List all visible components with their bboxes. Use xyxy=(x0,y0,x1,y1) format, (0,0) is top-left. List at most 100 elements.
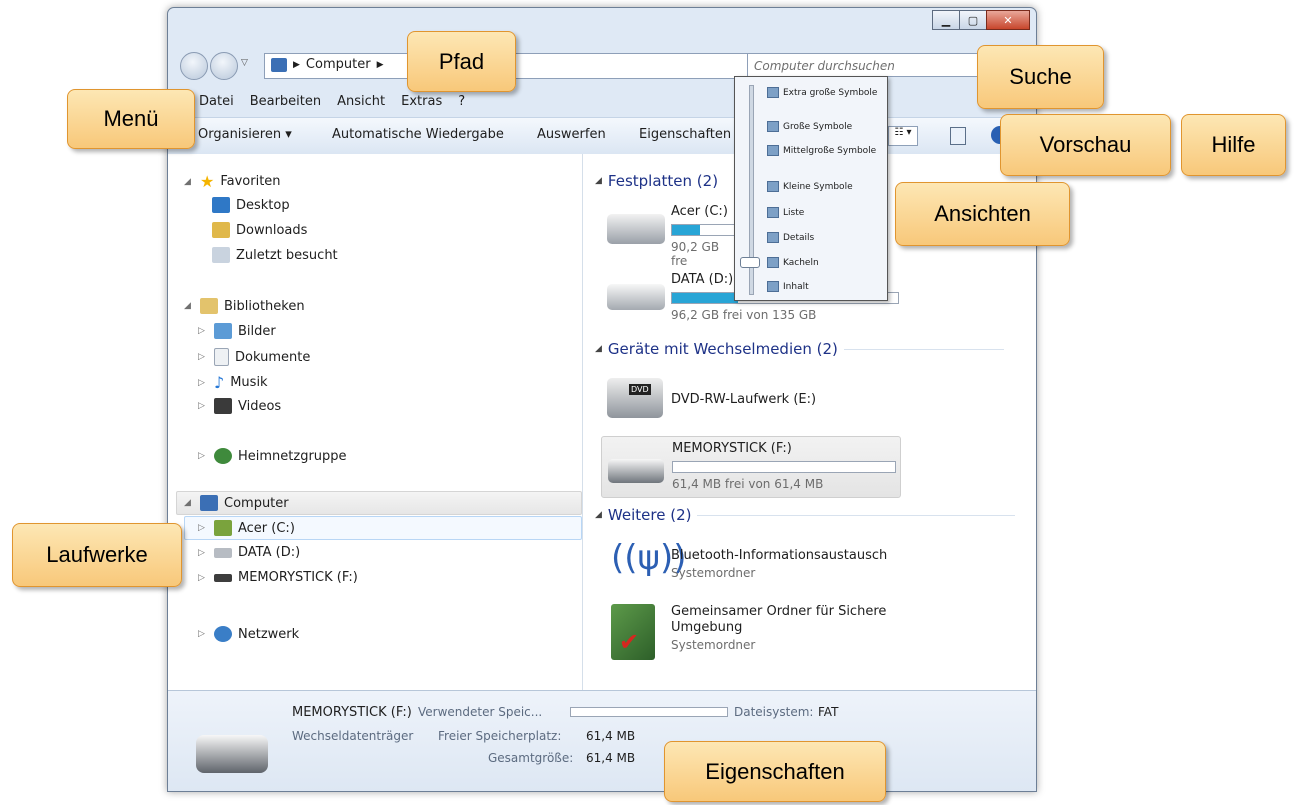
menu-view[interactable]: Ansicht xyxy=(337,90,385,114)
tree-item-favorites[interactable]: ◢ ★ Favoriten xyxy=(184,172,281,191)
callout-path: Pfad xyxy=(407,31,516,92)
view-option-large[interactable]: Große Symbole xyxy=(767,121,852,132)
forward-button[interactable] xyxy=(210,52,238,80)
eject-button[interactable]: Auswerfen xyxy=(537,127,606,142)
properties-button[interactable]: Eigenschaften xyxy=(639,127,731,142)
view-option-tiles[interactable]: Kacheln xyxy=(767,257,819,268)
tree-item-videos[interactable]: ▷ Videos xyxy=(198,398,281,414)
view-option-list[interactable]: Liste xyxy=(767,207,804,218)
collapse-arrow-icon[interactable]: ▷ xyxy=(198,352,208,362)
maximize-button[interactable]: ▢ xyxy=(959,10,987,30)
autoplay-button[interactable]: Automatische Wiedergabe xyxy=(332,127,504,142)
view-option-medium[interactable]: Mittelgroße Symbole xyxy=(767,145,876,156)
collapse-arrow-icon[interactable]: ▷ xyxy=(198,523,208,533)
drive-usage-bar xyxy=(671,224,739,236)
drive-name: Acer (C:) xyxy=(671,204,728,219)
collapse-arrow-icon[interactable]: ▷ xyxy=(198,378,208,388)
view-option-details[interactable]: Details xyxy=(767,232,814,243)
drive-item-c[interactable]: Acer (C:) 90,2 GB fre xyxy=(607,204,739,268)
collapse-section-icon[interactable]: ◢ xyxy=(595,510,602,520)
view-option-content[interactable]: Inhalt xyxy=(767,281,809,292)
details-used-label: Verwendeter Speic... xyxy=(418,705,543,719)
library-folder-icon xyxy=(200,298,218,314)
drive-item-memorystick[interactable]: MEMORYSTICK (F:) 61,4 MB frei von 61,4 M… xyxy=(601,436,901,498)
tree-item-network[interactable]: ▷ Netzwerk xyxy=(198,626,299,642)
item-secure-folder[interactable]: ✔ Gemeinsamer Ordner für Sichere Umgebun… xyxy=(607,604,907,670)
tree-item-downloads[interactable]: Downloads xyxy=(212,222,307,238)
tree-label: Musik xyxy=(230,375,268,390)
close-button[interactable]: ✕ xyxy=(986,10,1030,30)
collapse-arrow-icon[interactable]: ▷ xyxy=(198,326,208,336)
item-bluetooth[interactable]: ((ψ)) Bluetooth-Informationsaustausch Sy… xyxy=(607,536,907,586)
computer-icon xyxy=(200,495,218,511)
breadcrumb-separator-icon: ▶ xyxy=(376,59,384,70)
menu-extras[interactable]: Extras xyxy=(401,90,442,114)
large-icons-icon xyxy=(767,121,779,132)
menu-edit[interactable]: Bearbeiten xyxy=(250,90,321,114)
collapse-section-icon[interactable]: ◢ xyxy=(595,176,602,186)
checkmark-icon: ✔ xyxy=(619,628,640,656)
tree-label: Heimnetzgruppe xyxy=(238,448,347,464)
extra-large-icons-icon xyxy=(767,87,779,98)
history-dropdown-icon[interactable]: ▽ xyxy=(241,58,248,68)
collapse-arrow-icon[interactable]: ▷ xyxy=(198,629,208,639)
tree-item-computer[interactable]: ◢ Computer xyxy=(184,495,289,511)
drive-free-space: 90,2 GB fre xyxy=(671,240,720,268)
tree-label: Downloads xyxy=(236,222,308,238)
view-size-slider-thumb[interactable] xyxy=(740,257,760,268)
expand-arrow-icon[interactable]: ◢ xyxy=(184,301,194,311)
tree-item-libraries[interactable]: ◢ Bibliotheken xyxy=(184,298,305,314)
change-view-button[interactable]: ☷ ▾ xyxy=(888,126,918,146)
details-free-label: Freier Speicherplatz: xyxy=(438,729,562,743)
menu-file[interactable]: Datei xyxy=(199,90,234,114)
tree-item-drive-d[interactable]: ▷ DATA (D:) xyxy=(198,545,300,560)
section-removable[interactable]: ◢ Geräte mit Wechselmedien (2) xyxy=(595,340,1004,358)
collapse-arrow-icon[interactable]: ▷ xyxy=(198,548,208,558)
system-drive-icon xyxy=(607,214,665,244)
tree-label: Videos xyxy=(238,398,282,414)
music-icon: ♪ xyxy=(214,373,225,392)
tree-item-recent[interactable]: Zuletzt besucht xyxy=(212,247,338,263)
tree-label: DATA (D:) xyxy=(238,545,301,560)
collapse-arrow-icon[interactable]: ▷ xyxy=(198,451,208,461)
section-other[interactable]: ◢ Weitere (2) xyxy=(595,506,1016,524)
tree-item-desktop[interactable]: Desktop xyxy=(212,197,290,213)
list-icon xyxy=(767,207,779,218)
tree-item-homegroup[interactable]: ▷ Heimnetzgruppe xyxy=(198,448,347,464)
tree-item-drive-c[interactable]: ▷ Acer (C:) xyxy=(198,520,295,536)
collapse-section-icon[interactable]: ◢ xyxy=(595,344,602,354)
expand-arrow-icon[interactable]: ◢ xyxy=(184,177,194,187)
tree-item-pictures[interactable]: ▷ Bilder xyxy=(198,323,276,339)
view-option-extra-large[interactable]: Extra große Symbole xyxy=(767,87,877,98)
callout-search: Suche xyxy=(977,45,1104,109)
organize-button[interactable]: Organisieren ▾ xyxy=(198,127,292,142)
section-title: Weitere (2) xyxy=(607,506,692,524)
minimize-button[interactable]: ▁ xyxy=(932,10,960,30)
callout-drives: Laufwerke xyxy=(12,523,182,587)
network-icon xyxy=(214,626,232,642)
callout-preview: Vorschau xyxy=(1000,114,1171,176)
menu-help[interactable]: ? xyxy=(458,90,465,114)
breadcrumb-separator-icon: ▶ xyxy=(293,59,300,70)
collapse-arrow-icon[interactable]: ▷ xyxy=(198,573,208,583)
breadcrumb-computer[interactable]: Computer xyxy=(306,57,371,72)
content-icon xyxy=(767,281,779,292)
view-options-menu: Extra große Symbole Große Symbole Mittel… xyxy=(734,76,888,301)
preview-pane-button[interactable] xyxy=(950,127,966,145)
tree-item-documents[interactable]: ▷ Dokumente xyxy=(198,348,310,366)
system-drive-icon xyxy=(214,520,232,536)
section-hard-drives[interactable]: ◢ Festplatten (2) xyxy=(595,172,718,190)
view-option-label: Kacheln xyxy=(783,257,819,268)
tree-label: Bilder xyxy=(238,323,276,339)
hard-drive-icon xyxy=(214,547,232,558)
tree-item-drive-f[interactable]: ▷ MEMORYSTICK (F:) xyxy=(198,570,358,585)
star-icon: ★ xyxy=(200,172,215,191)
drive-item-dvd[interactable]: DVD DVD-RW-Laufwerk (E:) xyxy=(607,370,907,424)
expand-arrow-icon[interactable]: ◢ xyxy=(184,498,194,508)
tree-item-music[interactable]: ▷ ♪ Musik xyxy=(198,373,268,392)
back-button[interactable] xyxy=(180,52,208,80)
collapse-arrow-icon[interactable]: ▷ xyxy=(198,401,208,411)
navigation-bar: ▽ ▶ Computer ▶ ▼ ↻ Computer durchsuchen xyxy=(176,50,1036,80)
view-option-small[interactable]: Kleine Symbole xyxy=(767,181,853,192)
details-total-label: Gesamtgröße: xyxy=(488,751,574,765)
